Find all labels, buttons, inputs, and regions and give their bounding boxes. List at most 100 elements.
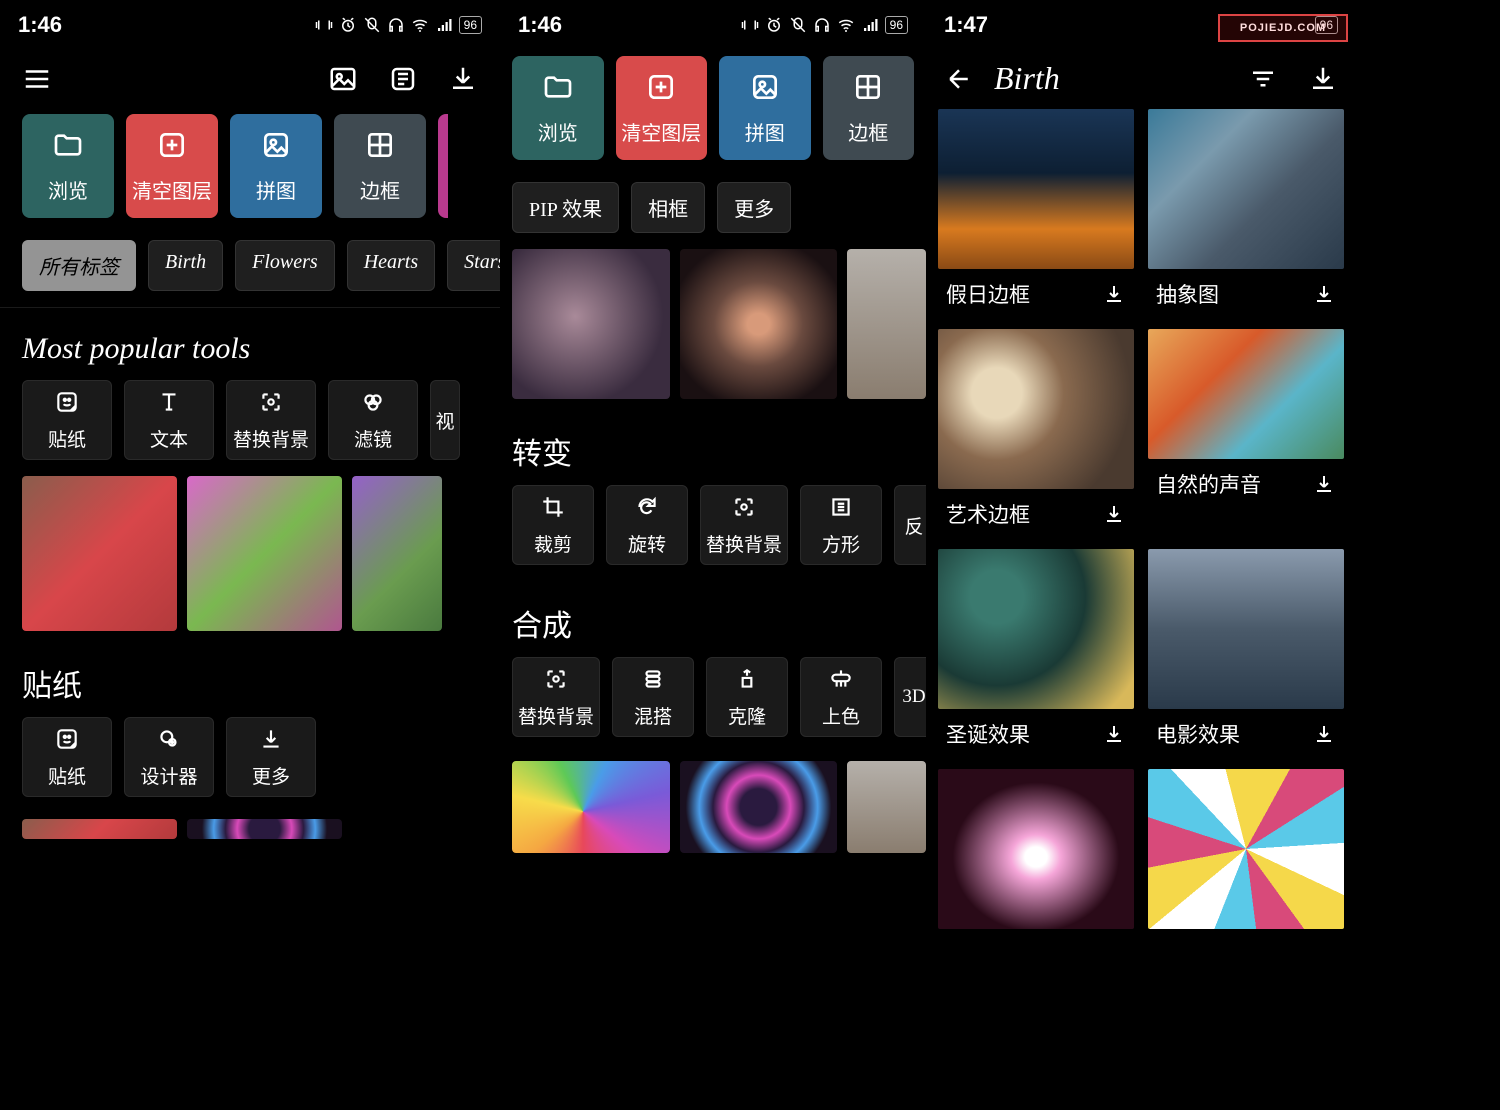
tool-replace-bg2[interactable]: 替换背景: [512, 657, 600, 737]
chip-more[interactable]: 更多: [717, 182, 791, 233]
tool-label: 替换背景: [233, 425, 309, 452]
tool-filter[interactable]: 滤镜: [328, 380, 418, 460]
category-row: 浏览 清空图层 拼图 边框: [500, 46, 926, 174]
tool-flip[interactable]: 反: [894, 485, 926, 565]
download-icon[interactable]: [1102, 282, 1126, 306]
headphone-icon: [813, 16, 831, 34]
grid-thumbnail: [1148, 549, 1344, 709]
grid-thumbnail: [1148, 329, 1344, 459]
vibrate-icon: [741, 16, 759, 34]
sample-image[interactable]: [680, 761, 838, 853]
tool-text[interactable]: 文本: [124, 380, 214, 460]
tool-colorize[interactable]: 上色: [800, 657, 882, 737]
chip-hearts[interactable]: Hearts: [347, 240, 435, 291]
grid-item-pattern[interactable]: [1148, 769, 1344, 929]
sample-image[interactable]: [22, 819, 177, 839]
sample-image[interactable]: [512, 761, 670, 853]
category-label: 浏览: [538, 117, 578, 146]
alarm-icon: [765, 16, 783, 34]
grid-thumbnail: [1148, 769, 1344, 929]
grid-item-xmas[interactable]: 圣诞效果: [938, 549, 1134, 755]
tool-label: 旋转: [628, 530, 666, 557]
grid-label: 自然的声音: [1156, 469, 1261, 499]
status-icons: 96: [315, 16, 482, 34]
category-frame[interactable]: 边框: [334, 114, 426, 218]
category-clear-layers[interactable]: 清空图层: [126, 114, 218, 218]
download-icon[interactable]: [1312, 722, 1336, 746]
image-button[interactable]: [328, 64, 358, 94]
download-icon[interactable]: [1102, 502, 1126, 526]
sample-image[interactable]: [22, 476, 177, 631]
download-button[interactable]: [1308, 64, 1338, 94]
tool-sticker2[interactable]: 贴纸: [22, 717, 112, 797]
category-collage[interactable]: 拼图: [719, 56, 811, 160]
grid-item-abstract[interactable]: 抽象图: [1148, 109, 1344, 315]
tool-clone[interactable]: 克隆: [706, 657, 788, 737]
category-more-sliver[interactable]: [438, 114, 448, 218]
category-clear-layers[interactable]: 清空图层: [616, 56, 708, 160]
sample-image[interactable]: [847, 249, 926, 399]
tool-label: 上色: [822, 702, 860, 729]
tool-replace-bg[interactable]: 替换背景: [226, 380, 316, 460]
tool-sticker[interactable]: 贴纸: [22, 380, 112, 460]
grid-thumbnail: [938, 329, 1134, 489]
clock: 1:47: [944, 12, 988, 38]
section-stickers: 贴纸: [0, 641, 500, 717]
chip-stars[interactable]: Stars: [447, 240, 500, 291]
category-label: 边框: [360, 175, 400, 204]
chip-frame[interactable]: 相框: [631, 182, 705, 233]
grid-thumbnail: [938, 769, 1134, 929]
sample-image[interactable]: [187, 819, 342, 839]
sample-image[interactable]: [352, 476, 442, 631]
sample-image[interactable]: [680, 249, 838, 399]
sample-image[interactable]: [187, 476, 342, 631]
tool-label: 更多: [252, 762, 290, 789]
category-label: 拼图: [745, 117, 785, 146]
tool-row-compose: 替换背景 混搭 克隆 上色 3D: [500, 657, 926, 753]
layers-button[interactable]: [388, 64, 418, 94]
tool-crop[interactable]: 裁剪: [512, 485, 594, 565]
category-browse[interactable]: 浏览: [22, 114, 114, 218]
filter-button[interactable]: [1248, 64, 1278, 94]
tool-3d[interactable]: 3D: [894, 657, 926, 737]
tool-label: 替换背景: [706, 530, 782, 557]
section-popular-tools: Most popular tools: [0, 308, 500, 380]
download-icon[interactable]: [1102, 722, 1126, 746]
menu-button[interactable]: [22, 64, 52, 94]
section-compose: 合成: [500, 581, 926, 657]
grid-item-holiday-frame[interactable]: 假日边框: [938, 109, 1134, 315]
tool-label: 滤镜: [354, 425, 392, 452]
grid-label: 电影效果: [1156, 719, 1240, 749]
download-icon[interactable]: [1312, 472, 1336, 496]
signal-icon: [861, 16, 879, 34]
category-label: 拼图: [256, 175, 296, 204]
sample-image[interactable]: [512, 249, 670, 399]
category-browse[interactable]: 浏览: [512, 56, 604, 160]
tool-rotate[interactable]: 旋转: [606, 485, 688, 565]
watermark: POJIEJD.COM: [1218, 14, 1348, 42]
back-button[interactable]: [944, 64, 974, 94]
category-frame[interactable]: 边框: [823, 56, 915, 160]
mute-icon: [789, 16, 807, 34]
chip-birth[interactable]: Birth: [148, 240, 223, 291]
app-bar: [0, 46, 500, 104]
grid-item-movie[interactable]: 电影效果: [1148, 549, 1344, 755]
tool-mix[interactable]: 混搭: [612, 657, 694, 737]
sample-image[interactable]: [847, 761, 926, 853]
download-button[interactable]: [448, 64, 478, 94]
tool-replace-bg[interactable]: 替换背景: [700, 485, 788, 565]
grid-item-nature-sound[interactable]: 自然的声音: [1148, 329, 1344, 535]
mute-icon: [363, 16, 381, 34]
grid-item-art-frame[interactable]: 艺术边框: [938, 329, 1134, 535]
tool-designer[interactable]: 设计器: [124, 717, 214, 797]
tool-square[interactable]: 方形: [800, 485, 882, 565]
chip-all-tags[interactable]: 所有标签: [22, 240, 136, 291]
download-icon[interactable]: [1312, 282, 1336, 306]
tool-label: 3D: [902, 686, 925, 708]
chip-flowers[interactable]: Flowers: [235, 240, 335, 291]
tool-more[interactable]: 更多: [226, 717, 316, 797]
chip-pip[interactable]: PIP 效果: [512, 182, 619, 233]
tool-video[interactable]: 视: [430, 380, 460, 460]
grid-item-heart[interactable]: [938, 769, 1134, 929]
category-collage[interactable]: 拼图: [230, 114, 322, 218]
